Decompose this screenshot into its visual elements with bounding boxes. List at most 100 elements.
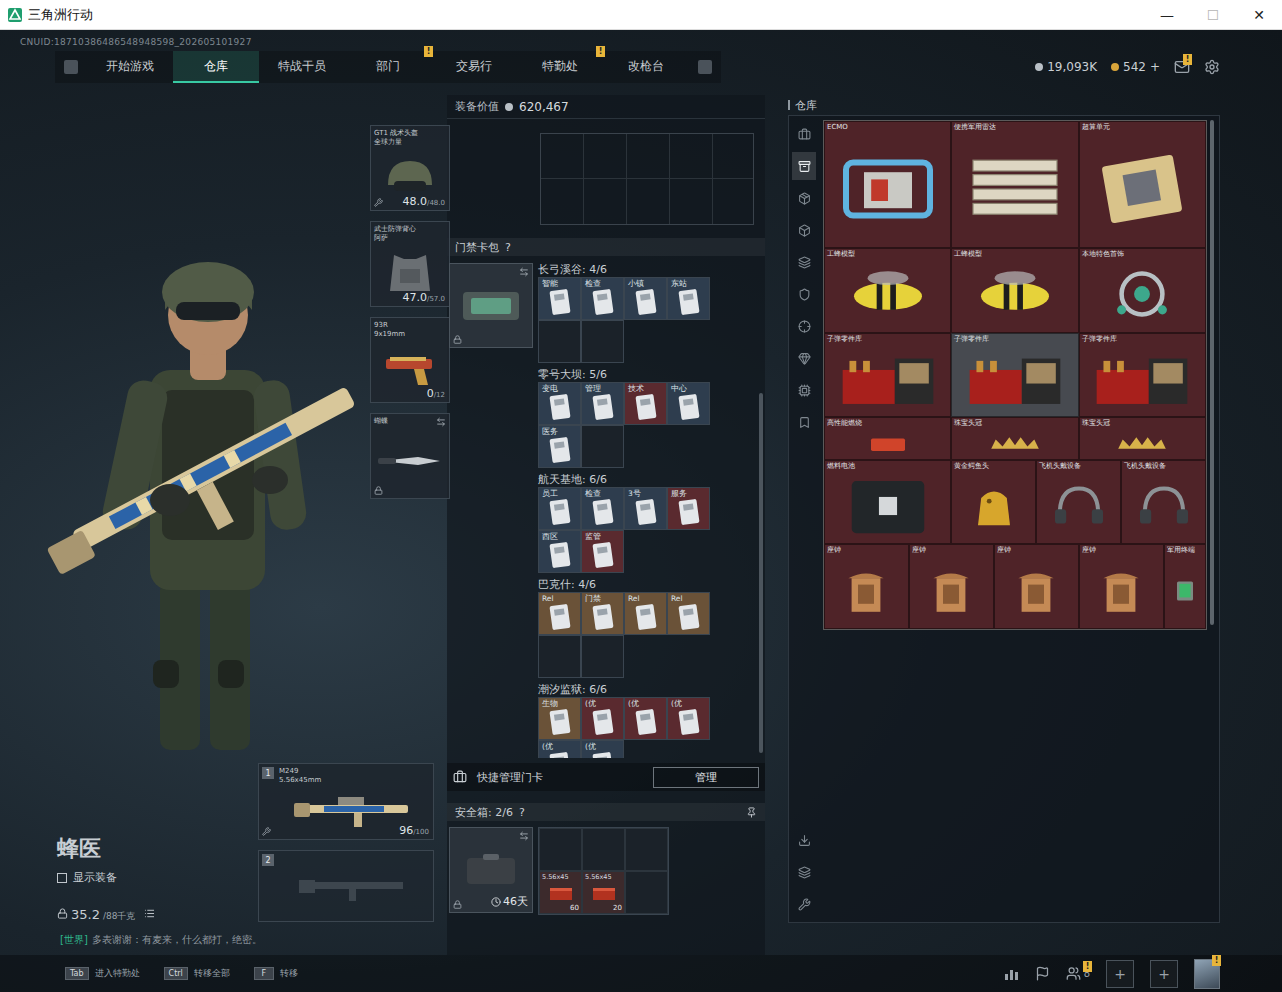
stash-category[interactable] (792, 344, 816, 372)
stash-item[interactable]: 工蜂模型 (951, 248, 1078, 333)
mail-button[interactable]: ! (1174, 59, 1190, 75)
keycard[interactable]: 3号 (624, 487, 667, 530)
equipment-slot[interactable]: 93R9x19mm0/12 (370, 317, 450, 403)
nav-tab[interactable]: 交易行 (431, 51, 517, 83)
stash-category[interactable] (792, 248, 816, 276)
stash-category[interactable] (792, 280, 816, 308)
flag-icon[interactable] (1035, 966, 1050, 981)
keycard[interactable]: 监管 (581, 530, 624, 573)
nav-tab[interactable]: 特勤处! (517, 51, 603, 83)
friends-button[interactable]: 8! (1066, 966, 1090, 981)
ammo-item[interactable]: 5.56x4520 (582, 871, 625, 914)
empty-safe-slot[interactable] (582, 828, 625, 871)
keycard[interactable]: 变电 (538, 382, 581, 425)
keycard[interactable]: 管理 (581, 382, 624, 425)
keycard[interactable]: (优 (624, 697, 667, 740)
show-gear-checkbox[interactable] (57, 873, 67, 883)
keycard[interactable]: (优 (581, 697, 624, 740)
stash-category[interactable] (792, 152, 816, 180)
keycard[interactable]: 技术 (624, 382, 667, 425)
keycard[interactable]: 门禁 (581, 592, 624, 635)
prev-tab-key-icon[interactable] (64, 60, 78, 74)
add-currency-button[interactable]: + (1150, 60, 1160, 74)
safe-help[interactable]: ? (519, 806, 525, 819)
stash-item[interactable]: 军用终端 (1164, 544, 1206, 629)
empty-safe-slot[interactable] (625, 828, 668, 871)
stash-item[interactable]: 本地特色首饰 (1079, 248, 1206, 333)
stash-item[interactable]: 珠宝头冠 (951, 417, 1078, 459)
nav-tab[interactable]: 部门! (345, 51, 431, 83)
stash-item[interactable]: 座钟 (909, 544, 994, 629)
stash-category[interactable] (792, 408, 816, 436)
keycard-scrollbar[interactable] (759, 263, 763, 758)
stash-tool[interactable] (792, 858, 816, 886)
gear-icon[interactable] (1204, 59, 1220, 75)
empty-card-slot[interactable] (538, 320, 581, 363)
nav-tab[interactable]: 改枪台 (603, 51, 689, 83)
window-control-button[interactable]: ☐ (1190, 0, 1236, 29)
empty-card-slot[interactable] (581, 425, 624, 468)
stash-item[interactable]: 座钟 (994, 544, 1079, 629)
stash-item[interactable]: 子弹零件库 (824, 333, 951, 418)
key-hint[interactable]: Ctrl转移全部 (164, 967, 230, 980)
stash-item[interactable]: 座钟 (824, 544, 909, 629)
manage-button[interactable]: 管理 (653, 767, 759, 788)
keycard[interactable]: 员工 (538, 487, 581, 530)
stash-item[interactable]: 子弹零件库 (951, 333, 1078, 418)
empty-safe-slot[interactable] (539, 828, 582, 871)
next-tab-key-icon[interactable] (698, 60, 712, 74)
keycard[interactable]: 检查 (581, 487, 624, 530)
keycard[interactable]: Rel (538, 592, 581, 635)
keycard-help[interactable]: ? (505, 241, 511, 254)
safe-box[interactable]: 46天 (449, 827, 533, 913)
keycard[interactable]: Rel (624, 592, 667, 635)
nav-tab[interactable]: 开始游戏 (87, 51, 173, 83)
keycard[interactable]: (优 (581, 740, 624, 758)
swap-corner[interactable] (519, 831, 529, 841)
window-control-button[interactable]: — (1144, 0, 1190, 29)
empty-safe-slot[interactable] (625, 871, 668, 914)
stash-item[interactable]: 飞机头戴设备 (1036, 460, 1121, 545)
keycard[interactable]: (优 (538, 740, 581, 758)
stash-item[interactable]: 超算单元 (1079, 121, 1206, 248)
stash-item[interactable]: 工蜂模型 (824, 248, 951, 333)
stash-category[interactable] (792, 376, 816, 404)
keycard[interactable]: 中心 (667, 382, 710, 425)
keycard[interactable]: 检查 (581, 277, 624, 320)
swap-corner[interactable] (436, 417, 446, 427)
equipment-slot[interactable]: 武士防弹背心阿萨47.0/57.0 (370, 221, 450, 307)
stash-item[interactable]: 黄金鳄鱼头 (951, 460, 1036, 545)
keycard[interactable]: (优 (667, 697, 710, 740)
stash-tool[interactable] (792, 890, 816, 918)
empty-card-slot[interactable] (538, 635, 581, 678)
stash-item[interactable]: 飞机头戴设备 (1121, 460, 1206, 545)
pin-icon[interactable] (746, 807, 757, 818)
stash-tool[interactable] (792, 826, 816, 854)
weapon-slot[interactable]: 2 (258, 850, 434, 922)
keycard[interactable]: 医务 (538, 425, 581, 468)
stash-category[interactable] (792, 312, 816, 340)
stash-item[interactable]: 座钟 (1079, 544, 1164, 629)
stash-item[interactable]: 珠宝头冠 (1079, 417, 1206, 459)
nav-tab[interactable]: 仓库 (173, 51, 259, 83)
stash-category[interactable] (792, 184, 816, 212)
key-hint[interactable]: Tab进入特勤处 (65, 967, 140, 980)
keycard[interactable]: 西区 (538, 530, 581, 573)
stash-item[interactable]: ECMO (824, 121, 951, 248)
stash-item[interactable]: 燃料电池 (824, 460, 951, 545)
empty-card-slot[interactable] (581, 635, 624, 678)
key-hint[interactable]: F转移 (254, 967, 298, 980)
keycard[interactable]: 服务 (667, 487, 710, 530)
ammo-item[interactable]: 5.56x4560 (539, 871, 582, 914)
keycard-pack[interactable] (449, 263, 533, 348)
window-control-button[interactable]: ✕ (1236, 0, 1282, 29)
stash-item[interactable]: 高性能燃烧 (824, 417, 951, 459)
empty-card-slot[interactable] (581, 320, 624, 363)
keycard[interactable]: 生物 (538, 697, 581, 740)
backpack-grid[interactable] (540, 133, 754, 225)
weapon-slot[interactable]: 1M2495.56x45mm96/100 (258, 763, 434, 840)
keycard[interactable]: 智能 (538, 277, 581, 320)
show-gear-toggle[interactable]: 显示装备 (57, 870, 258, 885)
scroll-thumb[interactable] (759, 393, 763, 753)
keycard[interactable]: 东站 (667, 277, 710, 320)
